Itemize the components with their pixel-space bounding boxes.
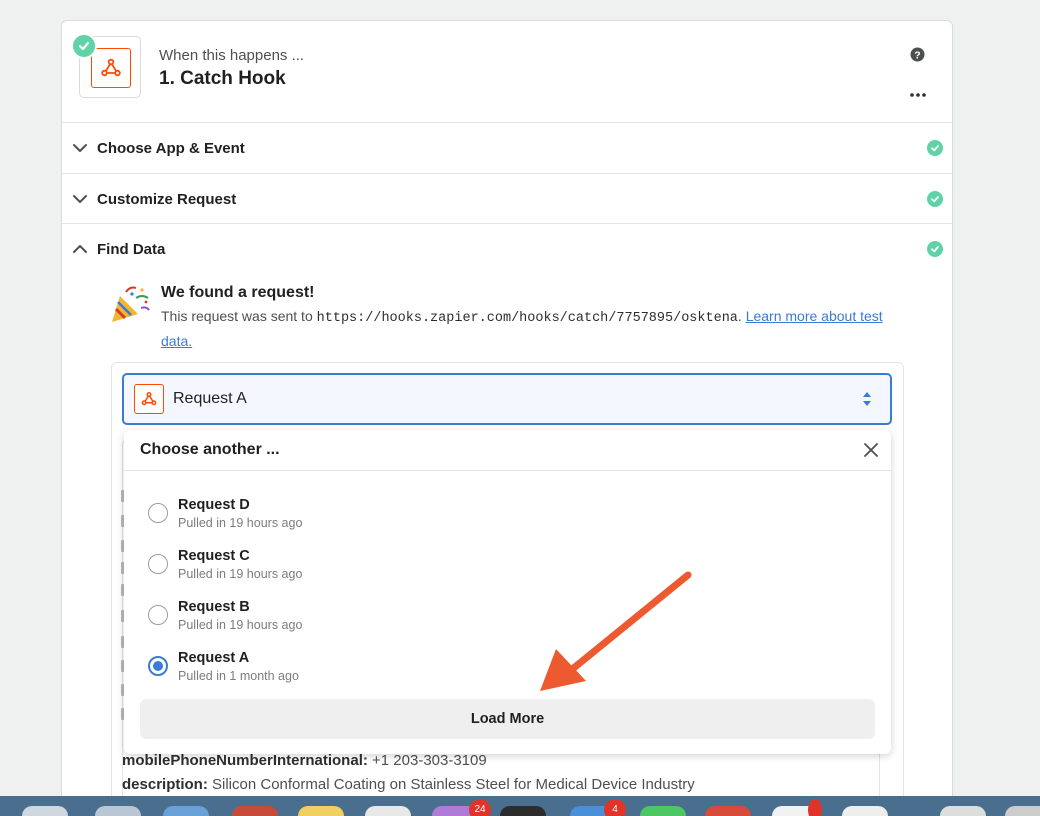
section-customize-request[interactable]: Customize Request — [62, 173, 952, 224]
webhook-icon — [134, 384, 164, 414]
found-text-suffix: . — [737, 308, 742, 324]
radio-button[interactable] — [148, 605, 168, 625]
option-pulled-time: Pulled in 19 hours ago — [178, 567, 303, 581]
section-label: Find Data — [97, 241, 166, 258]
radio-button[interactable] — [148, 503, 168, 523]
request-option-b[interactable]: Request B Pulled in 19 hours ago — [148, 599, 848, 643]
dock-app-icon[interactable] — [163, 806, 209, 816]
field-key: description: — [122, 776, 208, 793]
option-pulled-time: Pulled in 19 hours ago — [178, 516, 303, 530]
chevron-up-icon — [72, 241, 88, 257]
annotation-arrow — [530, 565, 700, 700]
dock-app-icon[interactable] — [95, 806, 141, 816]
radio-button-selected[interactable] — [148, 656, 168, 676]
select-arrows-icon — [861, 390, 873, 408]
webhook-url: https://hooks.zapier.com/hooks/catch/775… — [316, 311, 738, 326]
option-name: Request D — [178, 497, 250, 513]
more-options-icon[interactable] — [909, 85, 927, 97]
request-option-c[interactable]: Request C Pulled in 19 hours ago — [148, 548, 848, 592]
step-complete-icon — [71, 33, 97, 59]
dock-app-icon[interactable] — [705, 806, 751, 816]
field-row: mobilePhoneNumberInternational: +1 203-3… — [122, 752, 487, 769]
dock-app-icon[interactable] — [842, 806, 888, 816]
chevron-down-icon — [72, 140, 88, 156]
request-select[interactable]: Request A — [122, 373, 892, 425]
field-value: +1 203-303-3109 — [372, 752, 487, 769]
request-select-value: Request A — [173, 390, 247, 407]
section-label: Choose App & Event — [97, 140, 245, 157]
field-key: mobilePhoneNumberInternational: — [122, 752, 368, 769]
section-label: Customize Request — [97, 191, 237, 208]
dock-app-icon[interactable] — [365, 806, 411, 816]
step-trigger-label: When this happens ... — [159, 47, 305, 64]
option-name: Request A — [178, 650, 250, 666]
field-value: Silicon Conformal Coating on Stainless S… — [212, 776, 695, 793]
option-pulled-time: Pulled in 19 hours ago — [178, 618, 303, 632]
choose-request-dropdown: Choose another ... Request D Pulled in 1… — [124, 430, 891, 754]
request-option-a[interactable]: Request A Pulled in 1 month ago — [148, 650, 848, 694]
notes-dock-icon[interactable] — [298, 806, 344, 816]
messages-dock-icon[interactable] — [640, 806, 686, 816]
dock-app-icon[interactable] — [1005, 806, 1040, 816]
check-icon — [927, 140, 943, 156]
option-pulled-time: Pulled in 1 month ago — [178, 669, 299, 683]
section-find-data[interactable]: Find Data — [62, 223, 952, 274]
option-name: Request B — [178, 599, 250, 615]
close-icon[interactable] — [863, 442, 879, 458]
chevron-down-icon — [72, 191, 88, 207]
party-popper-icon — [108, 282, 152, 326]
dropdown-title: Choose another ... — [140, 441, 280, 458]
webhook-icon — [91, 48, 131, 88]
step-title[interactable]: 1. Catch Hook — [159, 68, 286, 90]
option-name: Request C — [178, 548, 250, 564]
radio-button[interactable] — [148, 554, 168, 574]
terminal-dock-icon[interactable] — [500, 806, 546, 816]
check-icon — [927, 241, 943, 257]
dock-badge — [808, 799, 822, 816]
dropdown-header: Choose another ... — [124, 430, 891, 471]
request-option-d[interactable]: Request D Pulled in 19 hours ago — [148, 497, 848, 541]
section-choose-app-event[interactable]: Choose App & Event — [62, 122, 952, 173]
field-row: description: Silicon Conformal Coating o… — [122, 776, 695, 793]
check-icon — [927, 191, 943, 207]
load-more-button[interactable]: Load More — [140, 699, 875, 739]
dock-app-icon[interactable] — [940, 806, 986, 816]
found-description: This request was sent to https://hooks.z… — [161, 305, 901, 352]
dock-badge: 24 — [469, 799, 491, 816]
os-dock: 24 4 — [0, 796, 1040, 816]
svg-text:?: ? — [914, 49, 920, 61]
finder-dock-icon[interactable] — [22, 806, 68, 816]
dock-app-icon[interactable] — [232, 806, 278, 816]
dock-badge: 4 — [604, 799, 626, 816]
help-icon[interactable]: ? — [910, 47, 925, 62]
found-text-prefix: This request was sent to — [161, 308, 313, 324]
found-title: We found a request! — [161, 284, 315, 301]
